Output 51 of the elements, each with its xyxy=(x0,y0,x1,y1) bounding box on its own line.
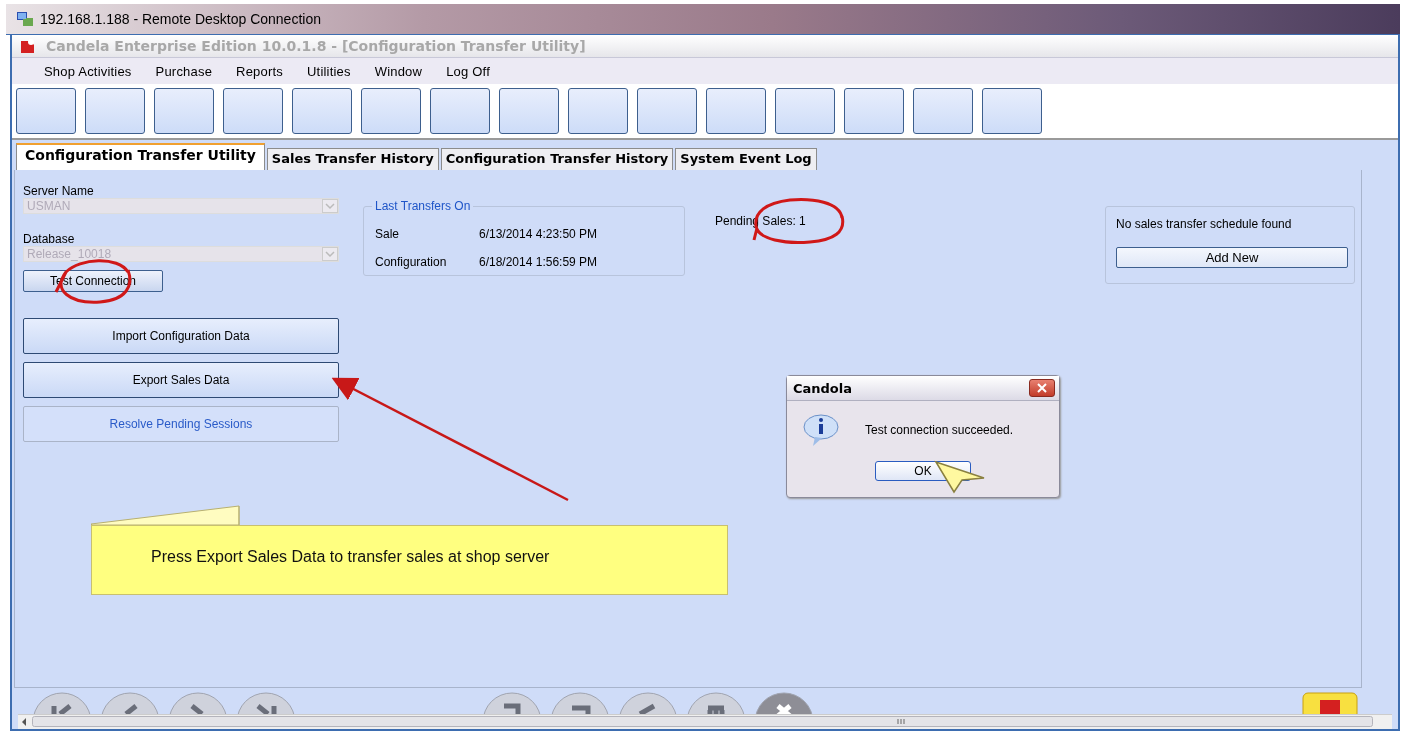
menu-item[interactable]: Log Off xyxy=(434,63,502,79)
window-title: 192.168.1.188 - Remote Desktop Connection xyxy=(40,11,321,27)
toolbar-button[interactable] xyxy=(982,88,1042,134)
group-caption: Last Transfers On xyxy=(372,199,474,213)
dialog-message: Test connection succeeded. xyxy=(865,423,1014,437)
field-label: Configuration xyxy=(375,255,448,269)
info-icon xyxy=(803,413,839,447)
field-value: 6/18/2014 1:56:59 PM xyxy=(479,255,599,269)
toolbar-button[interactable] xyxy=(85,88,145,134)
toolbar-button[interactable] xyxy=(16,88,76,134)
tab[interactable]: Sales Transfer History xyxy=(266,148,439,170)
menu-item[interactable]: Window xyxy=(362,63,435,79)
field-value: 6/13/2014 4:23:50 PM xyxy=(479,227,599,241)
chevron-down-icon xyxy=(322,199,338,213)
callout-text: Press Export Sales Data to transfer sales at shop server xyxy=(151,548,550,566)
action-button[interactable]: Import Configuration Data xyxy=(23,318,339,354)
toolbar-button[interactable] xyxy=(913,88,973,134)
schedule-message: No sales transfer schedule found xyxy=(1116,217,1293,233)
menu-item[interactable]: Purchase xyxy=(143,63,225,79)
exit-icon[interactable] xyxy=(1302,692,1358,714)
toolbar-button[interactable] xyxy=(154,88,214,134)
app-logo-icon xyxy=(18,37,36,55)
pointer-cursor-icon xyxy=(934,460,985,494)
field-label: Server Name xyxy=(23,184,95,198)
toolbar-button[interactable] xyxy=(844,88,904,134)
field-label: Sale xyxy=(375,227,401,241)
toolbar-button[interactable] xyxy=(499,88,559,134)
chevron-down-icon xyxy=(322,247,338,261)
toolbar-button[interactable] xyxy=(292,88,352,134)
tab[interactable]: Configuration Transfer Utility xyxy=(16,143,265,170)
menu-item[interactable]: Utilities xyxy=(295,63,363,79)
app-title: Candela Enterprise Edition 10.0.1.8 - [Configuration Transfer Utility] xyxy=(46,38,586,54)
menu-item[interactable]: Shop Activities xyxy=(32,63,144,79)
toolbar-button[interactable] xyxy=(223,88,283,134)
toolbar-button[interactable] xyxy=(361,88,421,134)
scrollbar-thumb[interactable] xyxy=(32,715,1374,729)
tab[interactable]: Configuration Transfer History xyxy=(440,148,674,170)
toolbar-button[interactable] xyxy=(430,88,490,134)
menu-item[interactable]: Reports xyxy=(224,63,295,79)
field-label: Database xyxy=(23,232,76,246)
action-button[interactable]: Export Sales Data xyxy=(23,362,339,398)
close-icon xyxy=(1036,383,1048,393)
toolbar-button[interactable] xyxy=(568,88,628,134)
close-button[interactable] xyxy=(1029,379,1055,397)
tab[interactable]: System Event Log xyxy=(675,148,817,170)
remote-desktop-icon xyxy=(16,10,34,28)
dialog-title: Candola xyxy=(793,380,853,396)
add-new-button[interactable]: Add New xyxy=(1116,247,1348,268)
toolbar-button[interactable] xyxy=(637,88,697,134)
toolbar-button[interactable] xyxy=(775,88,835,134)
toolbar-button[interactable] xyxy=(706,88,766,134)
